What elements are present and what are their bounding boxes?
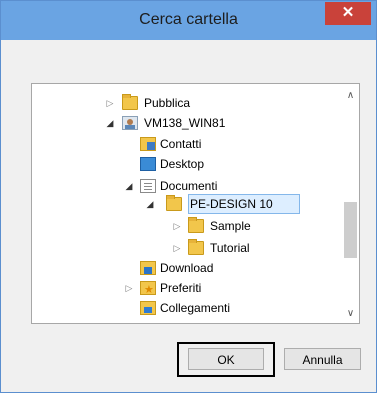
expanded-arrow-icon[interactable]: ◢ [124,176,134,196]
documents-icon [140,179,156,193]
close-button[interactable]: ✕ [325,2,371,25]
browse-folder-dialog: Cerca cartella ✕ ▷ Pubblica ◢ VM138_WIN8… [0,0,377,393]
user-folder-icon [122,116,138,130]
collapsed-arrow-icon[interactable]: ▷ [172,216,182,236]
folder-icon [122,94,138,110]
tree-item-label: Contatti [160,137,202,151]
collapsed-arrow-icon[interactable]: ▷ [172,238,182,258]
tree-item-label: PE-DESIGN 10 [190,197,273,211]
tree-item-label: Desktop [160,157,205,171]
tree-item-label: Collegamenti [160,301,231,315]
download-icon [140,261,156,275]
collapsed-arrow-icon[interactable]: ▷ [124,278,134,298]
tree-item-label: Download [160,261,214,275]
collapsed-arrow-icon[interactable]: ▷ [105,93,115,113]
expanded-arrow-icon[interactable]: ◢ [105,113,115,133]
close-icon: ✕ [341,4,355,21]
desktop-icon [140,157,156,171]
tree-item-label: Tutorial [210,241,250,255]
contacts-icon [140,137,156,151]
favorites-icon [140,280,156,300]
tree-item-label: Preferiti [160,281,202,295]
tree-item-label: Sample [210,219,251,233]
folder-icon [166,195,182,211]
folder-icon [188,239,204,255]
scroll-up-icon[interactable]: ∧ [342,90,359,101]
tree-item-label: VM138_WIN81 [144,116,226,130]
folder-icon [188,217,204,233]
expanded-arrow-icon[interactable]: ◢ [145,194,155,214]
vertical-scrollbar[interactable]: ∧ ∨ [342,84,359,323]
folder-tree[interactable]: ▷ Pubblica ◢ VM138_WIN81 Contatti Deskto… [31,83,360,324]
cancel-button[interactable]: Annulla [284,348,361,370]
links-icon [140,301,156,315]
scroll-down-icon[interactable]: ∨ [342,308,359,319]
tree-item-label: Documenti [160,179,218,193]
scrollbar-thumb[interactable] [344,202,357,258]
ok-button[interactable]: OK [188,348,264,370]
title-bar[interactable]: Cerca cartella ✕ [1,1,376,40]
tree-item-label: Pubblica [144,96,191,110]
dialog-title: Cerca cartella [139,11,238,28]
